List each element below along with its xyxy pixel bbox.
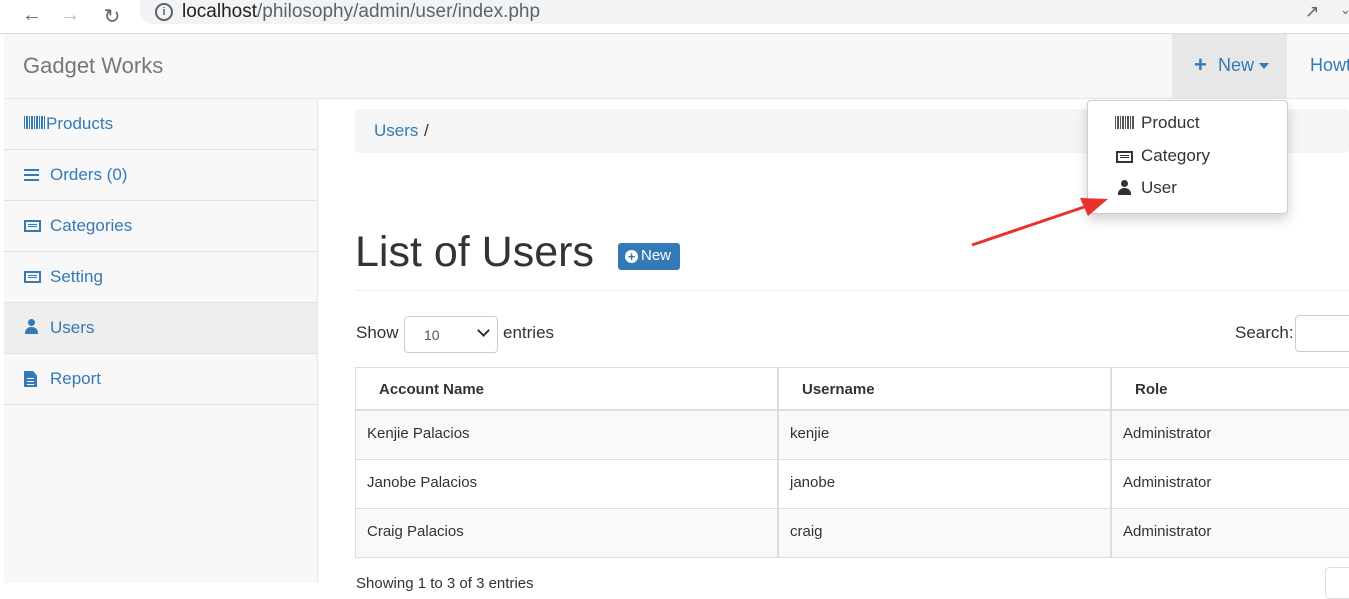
- annotation-arrow: [971, 198, 1108, 247]
